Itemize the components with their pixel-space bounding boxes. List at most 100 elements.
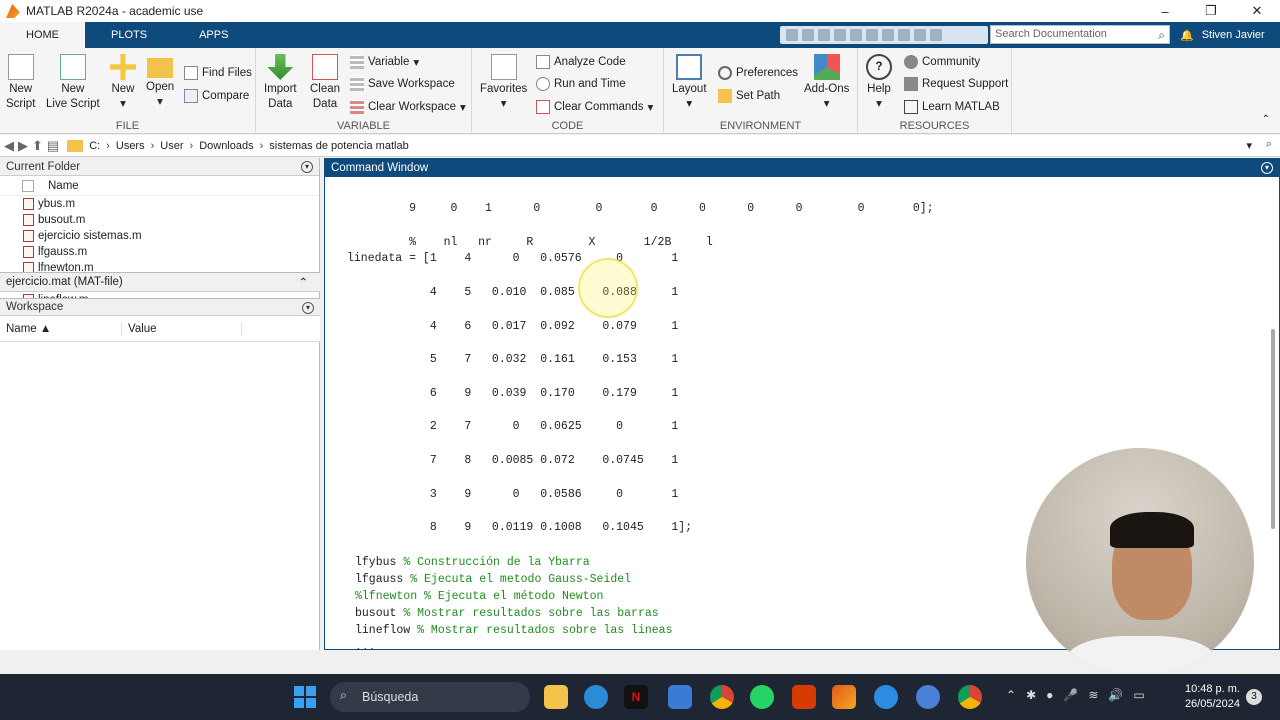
save-icon[interactable] — [786, 29, 798, 41]
community-icon — [904, 55, 918, 69]
settings-icon[interactable] — [914, 29, 926, 41]
help-icon[interactable] — [898, 29, 910, 41]
search-icon[interactable]: ⌕ — [1266, 138, 1272, 151]
request-support-button[interactable]: Request Support — [904, 77, 1008, 91]
file-item[interactable]: busout.m — [0, 212, 319, 228]
clear-commands-button[interactable]: Clear Commands ▾ — [536, 100, 653, 114]
panel-menu-icon[interactable]: ▾ — [301, 161, 313, 173]
variable-label: Variable — [368, 56, 410, 68]
clock[interactable]: 10:48 p. m. 26/05/2024 — [1180, 682, 1240, 712]
app-icon[interactable] — [874, 685, 898, 709]
chevron-down-icon[interactable] — [930, 29, 942, 41]
copy-icon[interactable] — [818, 29, 830, 41]
help-button[interactable]: ? Help ▾ — [866, 54, 892, 112]
chrome-icon[interactable] — [710, 685, 734, 709]
favorites-button[interactable]: Favorites ▾ — [480, 54, 527, 112]
layout-button[interactable]: Layout ▾ — [672, 54, 707, 112]
chevron-up-icon[interactable]: ⌃ — [298, 275, 308, 289]
up-folder-icon[interactable]: ⬆ — [32, 138, 43, 154]
chevron-up-icon[interactable]: ⌃ — [1006, 688, 1016, 702]
tab-apps[interactable]: APPS — [173, 22, 254, 48]
compare-button[interactable]: Compare — [184, 89, 249, 103]
bluetooth-icon[interactable]: ✱ — [1026, 688, 1036, 702]
variable-button[interactable]: Variable ▾ — [350, 55, 419, 69]
undo-icon[interactable] — [850, 29, 862, 41]
collapse-ribbon-icon[interactable]: ⌃ — [1262, 114, 1270, 125]
file-explorer-icon[interactable] — [544, 685, 568, 709]
preferences-button[interactable]: Preferences — [718, 66, 798, 80]
breadcrumb-users[interactable]: Users — [116, 140, 145, 152]
browse-folder-icon[interactable]: ▤ — [47, 138, 59, 154]
workspace-value-column[interactable]: Value — [122, 322, 242, 335]
code-group-label: CODE — [551, 120, 584, 132]
set-path-button[interactable]: Set Path — [718, 89, 780, 103]
chrome-icon[interactable] — [958, 685, 982, 709]
matlab-taskbar-icon[interactable] — [832, 685, 856, 709]
search-documentation-input[interactable]: Search Documentation ⌕ — [990, 25, 1170, 44]
new-script-button[interactable]: New Script — [6, 54, 35, 112]
find-files-button[interactable]: Find Files — [184, 66, 252, 80]
volume-icon[interactable]: 🔊 — [1108, 688, 1123, 702]
panel-menu-icon[interactable]: ▾ — [1261, 162, 1273, 174]
windows-start-icon[interactable] — [294, 686, 316, 708]
tab-home[interactable]: HOME — [0, 22, 85, 48]
netflix-icon[interactable]: N — [624, 685, 648, 709]
workspace-body — [0, 342, 320, 492]
back-arrow-icon[interactable]: ◀ — [4, 138, 14, 154]
address-dropdown-icon[interactable]: ▾ — [1246, 139, 1252, 152]
microphone-icon[interactable]: 🎤 — [1063, 688, 1078, 702]
new-live-script-button[interactable]: New Live Script — [46, 54, 100, 112]
maximize-button[interactable]: ❐ — [1188, 0, 1234, 22]
switch-windows-icon[interactable] — [882, 29, 894, 41]
breadcrumb[interactable]: C: › Users › User › Downloads › sistemas de … — [89, 140, 409, 152]
breadcrumb-drive[interactable]: C: — [89, 140, 100, 152]
bell-icon[interactable]: 🔔 — [1180, 29, 1194, 42]
wifi-icon[interactable]: ≋ — [1088, 688, 1098, 702]
open-button[interactable]: Open ▾ — [146, 54, 174, 110]
add-ons-button[interactable]: Add-Ons ▾ — [804, 54, 849, 112]
file-item[interactable]: ejercicio sistemas.m — [0, 228, 319, 244]
code-line: 3 9 0 0.0586 0 1 — [347, 487, 679, 501]
file-item[interactable]: ybus.m — [0, 196, 319, 212]
app-icon[interactable]: ● — [1046, 688, 1053, 702]
panel-menu-icon[interactable]: ▾ — [302, 302, 314, 314]
file-item[interactable]: lfgauss.m — [0, 244, 319, 260]
run-and-time-button[interactable]: Run and Time — [536, 77, 626, 91]
tab-plots[interactable]: PLOTS — [85, 22, 173, 48]
app-icon[interactable] — [916, 685, 940, 709]
notification-badge[interactable]: 3 — [1246, 689, 1262, 705]
redo-icon[interactable] — [866, 29, 878, 41]
paste-icon[interactable] — [834, 29, 846, 41]
user-menu[interactable]: 🔔 Stiven Javier — [1180, 22, 1265, 48]
edge-icon[interactable] — [584, 685, 608, 709]
breadcrumb-downloads[interactable]: Downloads — [199, 140, 253, 152]
whatsapp-icon[interactable] — [750, 685, 774, 709]
forward-arrow-icon[interactable]: ▶ — [18, 138, 28, 154]
close-button[interactable]: ✕ — [1234, 0, 1280, 22]
search-icon[interactable]: ⌕ — [1158, 28, 1165, 43]
save-workspace-button[interactable]: Save Workspace — [350, 77, 455, 91]
notepad-icon[interactable] — [668, 685, 692, 709]
breadcrumb-folder[interactable]: sistemas de potencia matlab — [269, 140, 408, 152]
new-script-label-2: Script — [6, 98, 36, 110]
column-header[interactable]: Name — [0, 176, 319, 196]
new-button[interactable]: New ▾ — [110, 54, 136, 112]
import-data-button[interactable]: Import Data — [264, 54, 297, 112]
community-button[interactable]: Community — [904, 55, 980, 69]
minimize-button[interactable]: – — [1142, 0, 1188, 22]
taskbar-search[interactable]: ⌕ Búsqueda — [330, 682, 530, 712]
analyze-code-button[interactable]: Analyze Code — [536, 55, 626, 69]
breadcrumb-user[interactable]: User — [160, 140, 183, 152]
battery-icon[interactable]: ▭ — [1133, 688, 1144, 702]
clear-workspace-button[interactable]: Clear Workspace ▾ — [350, 100, 466, 114]
acrobat-icon[interactable] — [792, 685, 816, 709]
code-line: lfybus % Construcción de la Ybarra — [355, 554, 672, 571]
cut-icon[interactable] — [802, 29, 814, 41]
scrollbar[interactable] — [1271, 329, 1275, 529]
workspace-name-column[interactable]: Name ▲ — [0, 322, 122, 335]
details-panel[interactable]: ejercicio.mat (MAT-file) ⌃ — [0, 272, 320, 292]
learn-matlab-button[interactable]: Learn MATLAB — [904, 100, 1000, 114]
clean-data-button[interactable]: Clean Data — [310, 54, 340, 112]
file-name: lfgauss.m — [38, 246, 88, 258]
